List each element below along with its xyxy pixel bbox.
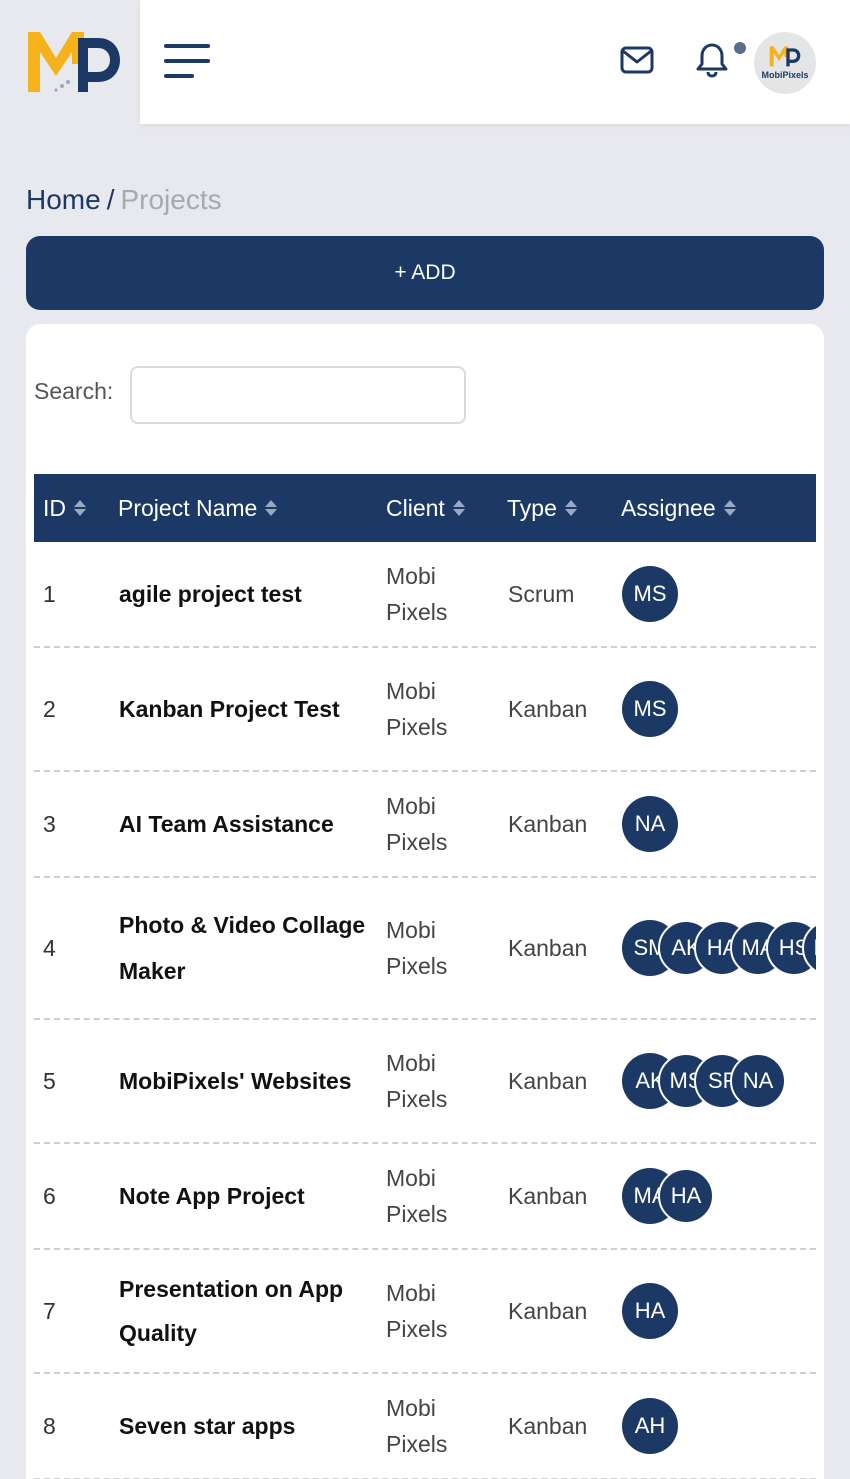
table-row[interactable]: 7 Presentation on App Quality Mobi Pixel… — [34, 1250, 816, 1374]
table-row[interactable]: 1 agile project test Mobi Pixels Scrum M… — [34, 542, 816, 648]
table-row[interactable]: 4 Photo & Video Collage Maker Mobi Pixel… — [34, 878, 816, 1020]
column-header-type[interactable]: Type — [507, 474, 577, 542]
cell-project-name[interactable]: Seven star apps — [119, 1374, 379, 1478]
column-label: ID — [43, 494, 66, 521]
cell-client: Mobi Pixels — [386, 678, 448, 740]
projects-card: Search: ID Project Name Client Type Assi… — [26, 324, 824, 1479]
add-project-button[interactable]: + ADD — [26, 236, 824, 310]
menu-line — [164, 44, 210, 48]
cell-type: Kanban — [508, 1297, 588, 1324]
cell-id: 4 — [43, 934, 56, 961]
top-navbar — [140, 0, 850, 124]
cell-client: Mobi Pixels — [386, 917, 448, 979]
cell-id: 2 — [43, 695, 56, 722]
assignee-avatar[interactable]: NA — [730, 1053, 786, 1109]
assignee-avatar[interactable]: NA — [622, 796, 678, 852]
menu-line — [164, 74, 194, 78]
breadcrumb-home[interactable]: Home — [26, 184, 101, 215]
cell-type: Kanban — [508, 1182, 588, 1209]
column-label: Client — [386, 494, 445, 521]
cell-type: Kanban — [508, 934, 588, 961]
mobipixels-logo[interactable] — [26, 28, 122, 94]
sort-icon — [723, 499, 736, 517]
sort-icon — [265, 499, 278, 517]
column-header-project-name[interactable]: Project Name — [118, 474, 278, 542]
mail-icon[interactable] — [620, 46, 654, 74]
cell-assignee: MA HA — [622, 1144, 816, 1248]
cell-id: 8 — [43, 1412, 56, 1439]
cell-id: 5 — [43, 1067, 56, 1094]
assignee-avatar[interactable]: HA — [658, 1168, 714, 1224]
cell-id: 6 — [43, 1182, 56, 1209]
search-label: Search: — [34, 378, 114, 404]
breadcrumb: Home / Projects — [26, 184, 222, 216]
table-row[interactable]: 5 MobiPixels' Websites Mobi Pixels Kanba… — [34, 1020, 816, 1144]
cell-project-name[interactable]: Kanban Project Test — [119, 648, 379, 770]
column-header-assignee[interactable]: Assignee — [621, 474, 736, 542]
cell-project-name[interactable]: agile project test — [119, 542, 379, 646]
sort-icon — [452, 499, 465, 517]
cell-type: Kanban — [508, 695, 588, 722]
column-label: Assignee — [621, 494, 716, 521]
table-row[interactable]: 8 Seven star apps Mobi Pixels Kanban AH — [34, 1374, 816, 1479]
notification-dot — [734, 42, 746, 54]
cell-project-name[interactable]: AI Team Assistance — [119, 772, 379, 876]
cell-type: Kanban — [508, 1412, 588, 1439]
cell-assignee: NA — [622, 772, 816, 876]
assignee-avatar[interactable]: AH — [622, 1398, 678, 1454]
cell-client: Mobi Pixels — [386, 1280, 448, 1342]
assignee-avatar[interactable]: MS — [622, 566, 678, 622]
cell-assignee: MS — [622, 648, 816, 770]
menu-toggle-icon[interactable] — [164, 44, 212, 82]
menu-line — [164, 59, 210, 63]
cell-assignee: AK MS SF NA — [622, 1020, 816, 1142]
cell-project-name[interactable]: MobiPixels' Websites — [119, 1020, 379, 1142]
cell-project-name[interactable]: Photo & Video Collage Maker — [119, 878, 379, 1018]
table-header: ID Project Name Client Type Assignee — [34, 474, 816, 542]
cell-type: Kanban — [508, 810, 588, 837]
search-input[interactable] — [130, 366, 466, 424]
column-label: Type — [507, 494, 557, 521]
breadcrumb-separator: / — [106, 184, 115, 215]
breadcrumb-current: Projects — [120, 184, 222, 215]
bell-icon[interactable] — [696, 42, 728, 78]
cell-client: Mobi Pixels — [386, 1050, 448, 1112]
avatar-logo-icon — [769, 46, 801, 67]
table-row[interactable]: 6 Note App Project Mobi Pixels Kanban MA… — [34, 1144, 816, 1250]
cell-id: 7 — [43, 1297, 56, 1324]
sort-icon — [74, 499, 86, 517]
cell-assignee: HA — [622, 1250, 816, 1372]
column-header-client[interactable]: Client — [386, 474, 465, 542]
table-row[interactable]: 3 AI Team Assistance Mobi Pixels Kanban … — [34, 772, 816, 878]
cell-assignee: SM AK HA MA HS MS — [622, 878, 816, 1018]
cell-client: Mobi Pixels — [386, 1165, 448, 1227]
column-header-id[interactable]: ID — [43, 474, 86, 542]
cell-client: Mobi Pixels — [386, 1395, 448, 1457]
cell-assignee: MS — [622, 542, 816, 646]
cell-id: 3 — [43, 810, 56, 837]
user-avatar[interactable]: MobiPixels — [754, 32, 816, 94]
avatar-label: MobiPixels — [761, 70, 809, 80]
column-label: Project Name — [118, 494, 258, 521]
assignee-avatar[interactable]: MS — [622, 681, 678, 737]
logo-area — [0, 0, 140, 124]
cell-assignee: AH — [622, 1374, 816, 1478]
cell-client: Mobi Pixels — [386, 793, 448, 855]
cell-type: Scrum — [508, 580, 575, 607]
cell-type: Kanban — [508, 1067, 588, 1094]
cell-id: 1 — [43, 580, 56, 607]
projects-table: ID Project Name Client Type Assignee 1 a… — [34, 474, 816, 1479]
table-row[interactable]: 2 Kanban Project Test Mobi Pixels Kanban… — [34, 648, 816, 772]
cell-project-name[interactable]: Presentation on App Quality — [119, 1250, 379, 1372]
assignee-avatar[interactable]: HA — [622, 1283, 678, 1339]
sort-icon — [564, 499, 577, 517]
cell-project-name[interactable]: Note App Project — [119, 1144, 379, 1248]
cell-client: Mobi Pixels — [386, 563, 448, 625]
